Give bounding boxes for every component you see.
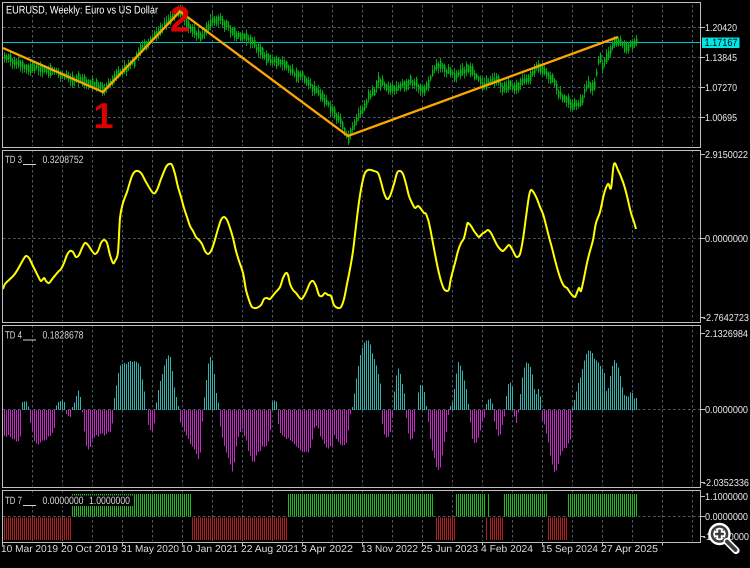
svg-text:31 May 2020: 31 May 2020 — [121, 544, 179, 555]
svg-text:-2.0352336: -2.0352336 — [703, 478, 749, 489]
svg-text:1.13845: 1.13845 — [705, 53, 737, 64]
svg-text:15 Sep 2024: 15 Sep 2024 — [541, 544, 598, 555]
svg-text:-2.7642723: -2.7642723 — [703, 313, 749, 324]
svg-text:TD 4: TD 4 — [5, 330, 22, 342]
svg-text:0.3208752: 0.3208752 — [43, 154, 84, 166]
svg-text:1: 1 — [93, 95, 113, 136]
svg-text:3 Apr 2022: 3 Apr 2022 — [301, 544, 353, 555]
svg-text:22 Aug 2021: 22 Aug 2021 — [241, 544, 299, 555]
svg-text:27 Apr 2025: 27 Apr 2025 — [601, 544, 658, 555]
svg-text:0.0000000: 0.0000000 — [705, 405, 748, 416]
svg-text:TD 7: TD 7 — [5, 495, 22, 507]
svg-text:1.00695: 1.00695 — [705, 113, 737, 124]
svg-text:2.9150022: 2.9150022 — [705, 150, 748, 161]
svg-text:1.20420: 1.20420 — [705, 23, 737, 34]
svg-text:2: 2 — [170, 0, 190, 40]
svg-text:1.07270: 1.07270 — [705, 83, 737, 94]
svg-text:0.1828678: 0.1828678 — [43, 330, 84, 342]
svg-text:20 Oct 2019: 20 Oct 2019 — [61, 544, 118, 555]
svg-text:0.0000000: 0.0000000 — [43, 495, 84, 507]
svg-text:0.0000000: 0.0000000 — [705, 234, 748, 245]
svg-text:4 Feb 2024: 4 Feb 2024 — [481, 544, 533, 555]
svg-text:EURUSD, Weekly: Euro vs US Do: EURUSD, Weekly: Euro vs US Dollar — [6, 5, 158, 17]
svg-text:TD 3: TD 3 — [5, 154, 22, 166]
svg-text:10 Mar 2019: 10 Mar 2019 — [1, 544, 58, 555]
svg-text:1.1000000: 1.1000000 — [705, 492, 748, 503]
svg-text:1.0000000: 1.0000000 — [89, 495, 130, 507]
svg-text:0.0000000: 0.0000000 — [705, 512, 748, 523]
svg-text:13 Nov 2022: 13 Nov 2022 — [361, 544, 418, 555]
svg-text:1.17167: 1.17167 — [705, 37, 738, 49]
svg-text:10 Jan 2021: 10 Jan 2021 — [181, 544, 238, 555]
svg-text:25 Jun 2023: 25 Jun 2023 — [421, 544, 478, 555]
svg-text:2.1326984: 2.1326984 — [705, 329, 748, 340]
